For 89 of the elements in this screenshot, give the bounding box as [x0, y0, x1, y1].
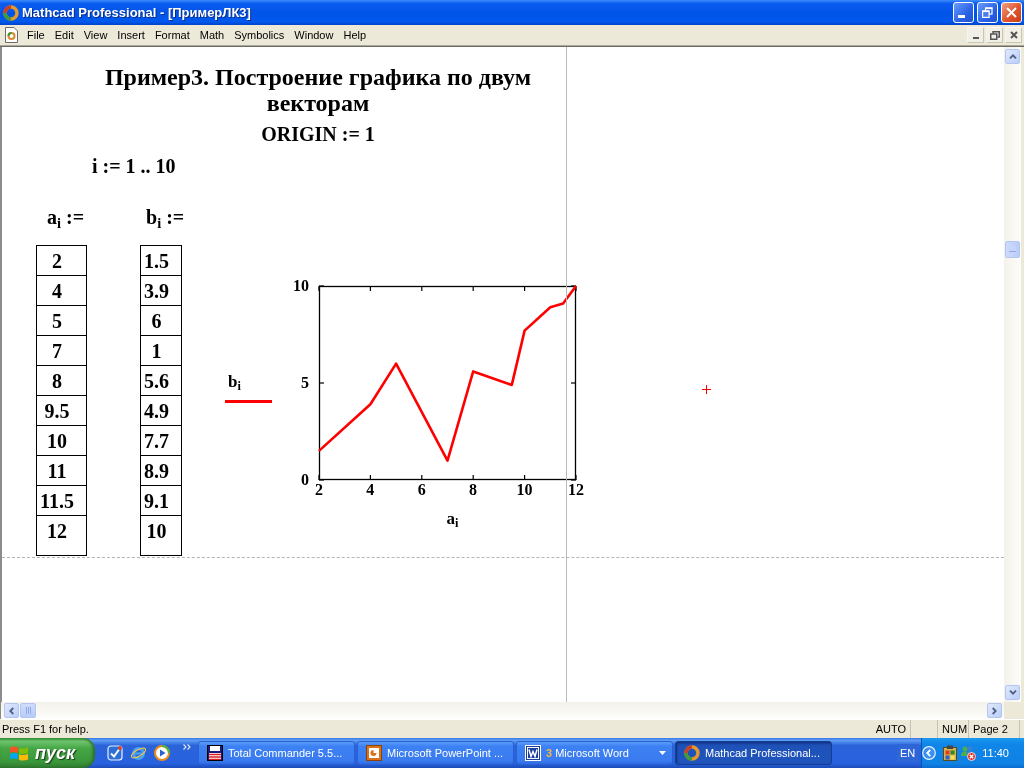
caret-icon — [659, 751, 666, 755]
menu-item[interactable]: File — [22, 27, 50, 43]
window-title: Mathcad Professional - [ПримерЛК3] — [22, 5, 251, 20]
vector-element[interactable]: 6 — [140, 306, 181, 336]
vector-element[interactable]: 10 — [140, 516, 181, 546]
vector-element[interactable]: 1 — [140, 336, 181, 366]
close-icon — [1009, 31, 1018, 39]
math-expression: a$_{i}$ := — [47, 206, 85, 228]
worksheet-heading: Пример3. Построение графика по двум векторам — [103, 64, 533, 116]
math-expression: i := 1 .. 10 — [92, 155, 176, 177]
vector-element[interactable]: 11.5 — [37, 486, 86, 516]
scroll-up-button[interactable] — [1005, 49, 1020, 64]
menu-item[interactable]: Help — [338, 27, 372, 43]
restore-icon — [982, 7, 993, 18]
menu-item[interactable]: Insert — [112, 27, 150, 43]
axis-tick-label: 10 — [516, 481, 533, 499]
taskbar-button[interactable]: Total Commander 5.5... — [198, 741, 355, 765]
slide-tile-icon — [366, 745, 382, 761]
vector-element[interactable]: 5.6 — [140, 366, 181, 396]
vector-element[interactable]: 10 — [37, 426, 86, 456]
math-expression: ORIGIN := 1 — [261, 123, 375, 145]
restore-button[interactable] — [986, 27, 1003, 43]
vector-element[interactable]: 1.5 — [140, 246, 181, 276]
menu-item[interactable]: Symbolics — [229, 27, 290, 43]
minimize-icon — [958, 15, 965, 18]
menu-item[interactable]: Math — [194, 27, 230, 43]
vector-element[interactable]: 11 — [37, 456, 86, 486]
menu-item[interactable]: Edit — [49, 27, 79, 43]
scroll-down-button[interactable] — [1005, 685, 1020, 700]
vector-element[interactable]: 7 — [37, 336, 86, 366]
vector-element[interactable]: 5 — [37, 306, 86, 336]
vector-element[interactable]: 4.9 — [140, 396, 181, 426]
axis-tick-label: 0 — [300, 471, 309, 489]
math-expression: b$_{i}$ := — [146, 206, 185, 228]
vector-element[interactable]: 2 — [37, 246, 86, 276]
menu-item[interactable]: Format — [149, 27, 195, 43]
minimize-icon — [972, 37, 979, 39]
vector-element[interactable]: 4 — [37, 276, 86, 306]
window-flag-icon — [9, 744, 29, 762]
double-chevron-icon[interactable] — [183, 744, 191, 750]
vector-element[interactable]: 7.7 — [140, 426, 181, 456]
ring-logo-icon — [684, 745, 700, 761]
vector-element[interactable]: 9.1 — [140, 486, 181, 516]
scroll-right-button[interactable] — [987, 703, 1002, 718]
document-tile-icon — [525, 745, 541, 761]
vector-element[interactable]: 12 — [37, 516, 86, 546]
axis-tick-label: 12 — [567, 481, 584, 499]
axis-tick-label: 4 — [366, 481, 375, 499]
crosshair-icon — [702, 385, 711, 394]
chevron-up-icon — [1008, 54, 1017, 59]
legend-label: b$_{i}$ — [227, 371, 241, 393]
vector-element[interactable]: 8 — [37, 366, 86, 396]
ring-logo-icon — [3, 4, 19, 21]
minimize-button[interactable] — [967, 27, 984, 43]
taskbar-button[interactable]: 3 Microsoft Word — [516, 741, 673, 765]
clipboard-icon[interactable] — [942, 745, 959, 761]
users-error-icon[interactable] — [960, 745, 977, 761]
vertical-scrollbar[interactable] — [1004, 47, 1021, 702]
axis-label: a$_{i}$ — [446, 508, 459, 530]
axis-tick-label: 10 — [292, 277, 309, 295]
scrollbar-thumb[interactable] — [20, 703, 36, 718]
axis-tick-label: 5 — [300, 374, 309, 392]
axis-tick-label: 6 — [417, 481, 426, 499]
close-icon — [1006, 7, 1017, 18]
chevron-down-icon — [1008, 690, 1017, 695]
checkmark-tile-icon[interactable] — [107, 745, 123, 761]
vector-element[interactable]: 9.5 — [37, 396, 86, 426]
horizontal-scrollbar[interactable] — [0, 702, 1004, 719]
vector-element[interactable]: 3.9 — [140, 276, 181, 306]
ring-orbit-icon[interactable] — [130, 745, 147, 761]
chevron-right-icon — [992, 706, 997, 715]
chevron-left-icon — [9, 706, 14, 715]
status-message: Press F1 for help. — [1, 723, 89, 735]
language-indicator[interactable]: EN — [897, 744, 919, 762]
scroll-left-button[interactable] — [4, 703, 19, 718]
menu-item[interactable]: Window — [289, 27, 339, 43]
scrollbar-thumb[interactable] — [1005, 241, 1020, 258]
taskbar-button[interactable]: Microsoft PowerPoint ... — [357, 741, 514, 765]
axis-tick-label: 8 — [469, 481, 478, 499]
vector-element[interactable]: 8.9 — [140, 456, 181, 486]
axis-tick-label: 2 — [314, 481, 323, 499]
clock[interactable]: 11:40 — [982, 747, 1009, 759]
chevron-left-icon[interactable] — [922, 746, 937, 760]
play-icon[interactable] — [154, 745, 170, 761]
close-button[interactable] — [1005, 27, 1022, 43]
document-icon[interactable] — [5, 27, 18, 43]
restore-icon — [989, 30, 1000, 40]
menu-item[interactable]: View — [78, 27, 113, 43]
taskbar-button[interactable]: Mathcad Professional... — [675, 741, 832, 765]
